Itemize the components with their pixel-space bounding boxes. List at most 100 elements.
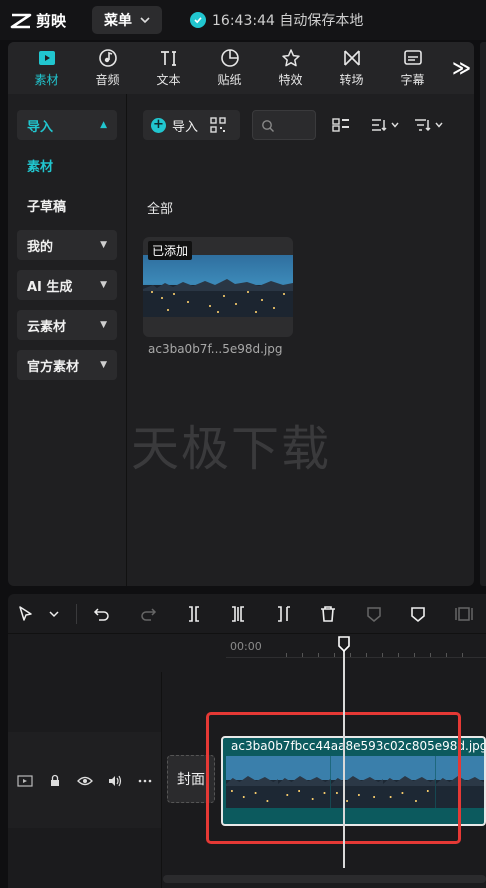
chevron-down-icon [435,122,443,128]
freeze-frame-icon [367,607,381,622]
time-ruler[interactable]: 00:00 [226,636,486,658]
timeline-toolbar [8,594,486,634]
horizontal-scrollbar[interactable] [163,875,486,883]
more-tabs-button[interactable]: ≫ [452,58,471,79]
capcut-logo-icon [10,13,32,28]
tab-audio-label: 音频 [95,73,120,87]
video-track-icon [17,775,33,787]
sidebar-item-label: 导入 [27,119,54,135]
sidebar-item-label: 我的 [27,239,54,255]
eye-icon[interactable] [77,774,93,788]
tab-media[interactable]: 素材 [16,42,77,94]
media-content: + 导入 全部 已添加 ac3ba0b7f...5e98d.jpg 天极下载 [128,94,474,586]
tab-subtitle-label: 字幕 [400,73,425,87]
chevron-down-icon: ▼ [100,240,107,250]
sidebar-item-label: AI 生成 [27,279,73,295]
more-dots-icon[interactable] [137,774,153,788]
subtitle-icon [403,50,422,65]
sidebar-item-label: 素材 [27,159,54,175]
chevron-up-icon: ▲ [100,120,107,130]
tab-transition[interactable]: 转场 [321,42,382,94]
track-control-icons [17,774,153,788]
media-panel: 素材 音频 文本 贴纸 特效 转场 字幕 ≫ 导入 ▲ 素材 子草稿 我的 ▼ … [8,42,474,586]
lock-icon[interactable] [47,774,63,788]
playhead-line[interactable] [343,638,345,868]
split-icon[interactable] [184,604,204,624]
plus-circle-icon: + [151,117,166,133]
sticker-icon [220,49,239,67]
media-icon [38,51,55,65]
import-label: 导入 [172,119,199,135]
sort-icon [372,119,387,132]
right-panel-edge [480,42,486,586]
crop-icon [455,607,473,621]
track-divider [161,672,162,888]
search-input[interactable] [252,110,316,140]
watermark-text: 天极下载 [131,421,332,477]
tab-text[interactable]: 文本 [138,42,199,94]
sort-button[interactable] [370,114,399,136]
sidebar-item-ai-generate[interactable]: AI 生成 ▼ [17,270,117,300]
delete-icon[interactable] [318,604,338,624]
sidebar-item-label: 云素材 [27,319,67,335]
qr-code-icon[interactable] [210,117,226,133]
marker-icon[interactable] [408,604,428,624]
autosave-text: 16:43:44 自动保存本地 [212,13,364,29]
chevron-down-icon [140,17,150,24]
tab-sticker-label: 贴纸 [217,73,242,87]
tab-effects-label: 特效 [278,73,303,87]
sidebar-item-label: 官方素材 [27,359,80,375]
speaker-icon[interactable] [107,774,123,788]
tab-sticker[interactable]: 贴纸 [199,42,260,94]
autosave-status: 16:43:44 自动保存本地 [190,10,363,30]
playhead-handle-icon[interactable] [337,636,351,652]
sidebar-item-mine[interactable]: 我的 ▼ [17,230,117,260]
tab-transition-label: 转场 [339,73,364,87]
sidebar-item-media[interactable]: 素材 [17,150,117,180]
search-icon [262,120,274,132]
city-night-image [143,255,293,317]
sidebar-item-label: 子草稿 [27,199,67,215]
tab-audio[interactable]: 音频 [77,42,138,94]
check-circle-icon [190,12,206,28]
title-bar: 剪映 菜单 16:43:44 自动保存本地 [0,0,486,40]
sidebar-item-import[interactable]: 导入 ▲ [17,110,117,140]
filter-icon [415,119,431,132]
select-cursor-icon[interactable] [16,604,36,624]
app-logo: 剪映 [10,10,66,31]
menu-button[interactable]: 菜单 [92,6,162,34]
split-left-icon[interactable] [228,604,248,624]
media-sidebar: 导入 ▲ 素材 子草稿 我的 ▼ AI 生成 ▼ 云素材 ▼ 官方素材 ▼ [8,94,127,586]
toolbar-divider [76,604,77,624]
sidebar-item-subdraft[interactable]: 子草稿 [17,190,117,220]
tab-subtitle[interactable]: 字幕 [382,42,443,94]
chevron-down-icon: ▼ [100,280,107,290]
filter-button[interactable] [414,114,443,136]
feature-toolbar: 素材 音频 文本 贴纸 特效 转场 字幕 ≫ [8,42,474,94]
app-name: 剪映 [36,12,67,30]
tab-media-label: 素材 [34,73,59,87]
undo-icon[interactable] [92,604,112,624]
sidebar-item-cloud[interactable]: 云素材 ▼ [17,310,117,340]
text-icon [160,51,176,66]
media-thumbnail[interactable]: 已添加 [143,237,293,337]
track-controls [8,732,161,828]
chevron-down-icon[interactable] [48,604,60,624]
music-note-icon [98,49,117,67]
tab-effects[interactable]: 特效 [260,42,321,94]
effects-star-icon [281,49,300,67]
tab-text-label: 文本 [156,73,181,87]
transition-icon [343,50,360,66]
split-right-icon[interactable] [274,604,294,624]
chevron-down-icon [391,122,399,128]
chevron-down-icon: ▼ [100,360,107,370]
menu-label: 菜单 [104,13,132,29]
ruler-start-time: 00:00 [230,640,262,653]
media-filename: ac3ba0b7f...5e98d.jpg [148,342,283,356]
highlight-box [206,712,461,844]
import-button[interactable]: + 导入 [143,110,240,140]
redo-icon[interactable] [138,604,158,624]
sidebar-item-official[interactable]: 官方素材 ▼ [17,350,117,380]
timeline-panel: 00:00 封面 ac3ba0b7fbcc44aa8e593c02c805e98… [8,594,486,888]
grid-view-button[interactable] [332,114,350,136]
